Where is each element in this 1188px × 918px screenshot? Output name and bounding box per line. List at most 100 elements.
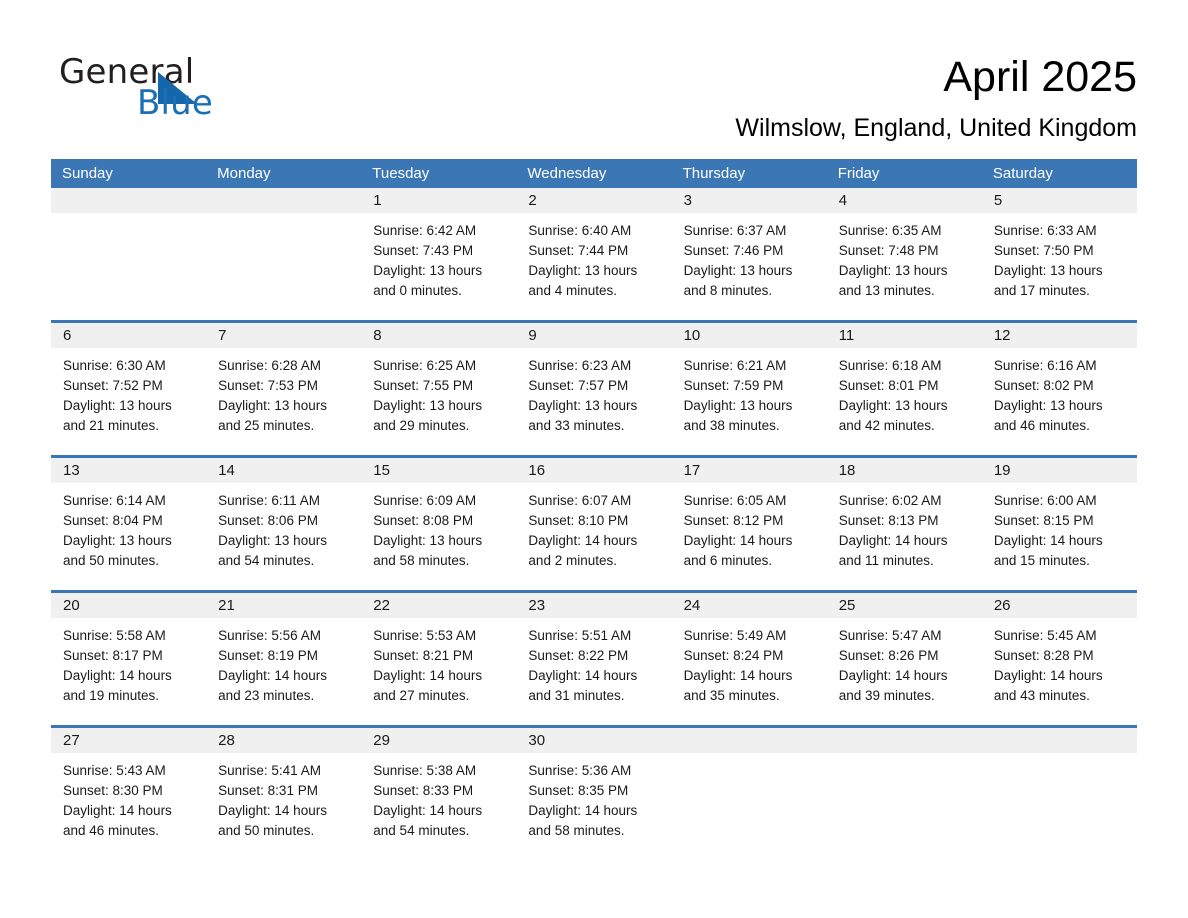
day-number: 17 <box>683 462 701 479</box>
sunrise-time: Sunrise: 6:07 AM <box>528 493 632 508</box>
calendar-day-cell[interactable]: 13 Sunrise: 6:14 AM Sunset: 8:04 PM Dayligh… <box>51 458 207 590</box>
calendar-day-cell[interactable]: 5 Sunrise: 6:33 AM Sunset: 7:50 PM Daylight… <box>981 188 1137 320</box>
sunset-time: Sunset: 7:55 PM <box>373 378 474 393</box>
sunrise-time: Sunrise: 6:16 AM <box>993 358 1097 373</box>
daylight-duration-line1: Daylight: 14 hours <box>63 668 172 683</box>
sunrise-time: Sunrise: 5:36 AM <box>528 763 632 778</box>
calendar-day-cell[interactable]: 24 Sunrise: 5:49 AM Sunset: 8:24 PM Dayligh… <box>671 593 827 725</box>
daylight-duration-line1: Daylight: 13 hours <box>838 398 948 413</box>
sunset-time: Sunset: 7:50 PM <box>993 243 1094 258</box>
calendar-day-cell[interactable]: 20 Sunrise: 5:58 AM Sunset: 8:17 PM Dayligh… <box>51 593 207 725</box>
calendar-day-cell[interactable]: 2 Sunrise: 6:40 AM Sunset: 7:44 PM Daylight… <box>516 188 672 320</box>
day-number: 4 <box>838 192 848 209</box>
day-number-band: 21 <box>206 593 362 618</box>
calendar-day-cell[interactable]: 10 Sunrise: 6:21 AM Sunset: 7:59 PM Dayligh… <box>671 323 827 455</box>
calendar-day-cell[interactable]: 22 Sunrise: 5:53 AM Sunset: 8:21 PM Dayligh… <box>361 593 517 725</box>
sunrise-time: Sunrise: 5:53 AM <box>373 628 477 643</box>
daylight-duration-line2: and 58 minutes. <box>528 823 625 838</box>
day-details: Sunrise: 5:38 AM Sunset: 8:33 PM Daylight:… <box>361 753 516 841</box>
daylight-duration-line2: and 46 minutes. <box>993 418 1090 433</box>
daylight-duration-line1: Daylight: 14 hours <box>838 533 948 548</box>
calendar-day-cell-empty <box>826 728 982 860</box>
day-details: Sunrise: 5:58 AM Sunset: 8:17 PM Daylight:… <box>51 618 206 706</box>
calendar-day-cell-empty <box>206 188 362 320</box>
day-details: Sunrise: 6:35 AM Sunset: 7:48 PM Daylight:… <box>827 213 982 301</box>
weekday-header-wednesday: Wednesday <box>527 165 607 182</box>
calendar-day-cell[interactable]: 8 Sunrise: 6:25 AM Sunset: 7:55 PM Daylight… <box>361 323 517 455</box>
day-details: Sunrise: 6:18 AM Sunset: 8:01 PM Daylight:… <box>827 348 982 436</box>
weekday-header-thursday: Thursday <box>682 165 746 182</box>
sunset-time: Sunset: 8:22 PM <box>528 648 629 663</box>
sunset-time: Sunset: 8:26 PM <box>838 648 939 663</box>
day-number-band: 15 <box>361 458 517 483</box>
calendar-day-cell[interactable]: 28 Sunrise: 5:41 AM Sunset: 8:31 PM Dayligh… <box>206 728 362 860</box>
calendar-day-cell[interactable]: 19 Sunrise: 6:00 AM Sunset: 8:15 PM Dayligh… <box>981 458 1137 590</box>
day-number: 12 <box>993 327 1011 344</box>
day-number: 5 <box>993 192 1003 209</box>
daylight-duration-line1: Daylight: 14 hours <box>218 668 327 683</box>
calendar-day-cell[interactable]: 9 Sunrise: 6:23 AM Sunset: 7:57 PM Daylight… <box>516 323 672 455</box>
daylight-duration-line2: and 27 minutes. <box>373 688 470 703</box>
sunset-time: Sunset: 8:31 PM <box>218 783 318 798</box>
day-number-band: 8 <box>361 323 517 348</box>
day-number: 1 <box>373 192 382 209</box>
daylight-duration-line2: and 54 minutes. <box>373 823 470 838</box>
calendar-day-cell[interactable]: 7 Sunrise: 6:28 AM Sunset: 7:53 PM Daylight… <box>206 323 362 455</box>
calendar-day-cell[interactable]: 29 Sunrise: 5:38 AM Sunset: 8:33 PM Dayligh… <box>361 728 517 860</box>
day-number-band: 2 <box>516 188 672 213</box>
day-number: 18 <box>838 462 856 479</box>
day-number: 7 <box>218 327 227 344</box>
calendar-day-cell[interactable]: 23 Sunrise: 5:51 AM Sunset: 8:22 PM Dayligh… <box>516 593 672 725</box>
calendar-day-cell[interactable]: 1 Sunrise: 6:42 AM Sunset: 7:43 PM Daylight… <box>361 188 517 320</box>
sunrise-time: Sunrise: 5:58 AM <box>63 628 166 643</box>
daylight-duration-line1: Daylight: 13 hours <box>993 398 1103 413</box>
sunrise-time: Sunrise: 5:47 AM <box>838 628 942 643</box>
sunrise-time: Sunrise: 6:21 AM <box>683 358 787 373</box>
calendar-day-cell[interactable]: 4 Sunrise: 6:35 AM Sunset: 7:48 PM Daylight… <box>826 188 982 320</box>
daylight-duration-line1: Daylight: 14 hours <box>373 668 483 683</box>
day-details: Sunrise: 6:21 AM Sunset: 7:59 PM Daylight:… <box>672 348 827 436</box>
calendar-day-cell[interactable]: 21 Sunrise: 5:56 AM Sunset: 8:19 PM Dayligh… <box>206 593 362 725</box>
day-number-band: 12 <box>981 323 1137 348</box>
sunrise-time: Sunrise: 6:09 AM <box>373 493 477 508</box>
daylight-duration-line2: and 46 minutes. <box>63 823 160 838</box>
daylight-duration-line2: and 29 minutes. <box>373 418 470 433</box>
calendar-day-cell[interactable]: 3 Sunrise: 6:37 AM Sunset: 7:46 PM Daylight… <box>671 188 827 320</box>
calendar-day-cell[interactable]: 27 Sunrise: 5:43 AM Sunset: 8:30 PM Dayligh… <box>51 728 207 860</box>
day-number-band: 30 <box>516 728 672 753</box>
day-number-band: 24 <box>671 593 827 618</box>
calendar-day-cell[interactable]: 11 Sunrise: 6:18 AM Sunset: 8:01 PM Dayligh… <box>826 323 982 455</box>
daylight-duration-line1: Daylight: 14 hours <box>838 668 948 683</box>
calendar-day-cell[interactable]: 26 Sunrise: 5:45 AM Sunset: 8:28 PM Dayligh… <box>981 593 1137 725</box>
calendar-day-cell[interactable]: 15 Sunrise: 6:09 AM Sunset: 8:08 PM Dayligh… <box>361 458 517 590</box>
daylight-duration-line2: and 31 minutes. <box>528 688 625 703</box>
calendar-day-cell[interactable]: 16 Sunrise: 6:07 AM Sunset: 8:10 PM Dayligh… <box>516 458 672 590</box>
day-details: Sunrise: 6:07 AM Sunset: 8:10 PM Daylight:… <box>516 483 671 571</box>
day-number-band: 11 <box>826 323 982 348</box>
sunset-time: Sunset: 8:15 PM <box>993 513 1094 528</box>
sunset-time: Sunset: 8:01 PM <box>838 378 939 393</box>
calendar-day-cell[interactable]: 18 Sunrise: 6:02 AM Sunset: 8:13 PM Dayligh… <box>826 458 982 590</box>
calendar-day-cell[interactable]: 12 Sunrise: 6:16 AM Sunset: 8:02 PM Dayligh… <box>981 323 1137 455</box>
calendar-week-cells: 20 Sunrise: 5:58 AM Sunset: 8:17 PM Dayligh… <box>51 593 1137 725</box>
calendar-day-cell[interactable]: 25 Sunrise: 5:47 AM Sunset: 8:26 PM Dayligh… <box>826 593 982 725</box>
sunrise-time: Sunrise: 6:02 AM <box>838 493 942 508</box>
calendar-day-cell[interactable]: 30 Sunrise: 5:36 AM Sunset: 8:35 PM Dayligh… <box>516 728 672 860</box>
calendar-day-cell[interactable]: 6 Sunrise: 6:30 AM Sunset: 7:52 PM Daylight… <box>51 323 207 455</box>
daylight-duration-line1: Daylight: 13 hours <box>528 263 638 278</box>
daylight-duration-line1: Daylight: 14 hours <box>683 533 793 548</box>
sunrise-time: Sunrise: 5:43 AM <box>63 763 166 778</box>
calendar-week-row: 6 Sunrise: 6:30 AM Sunset: 7:52 PM Daylight… <box>51 320 1137 455</box>
day-number-band: 26 <box>981 593 1137 618</box>
calendar-day-cell-empty <box>51 188 207 320</box>
daylight-duration-line1: Daylight: 13 hours <box>373 263 483 278</box>
daylight-duration-line2: and 33 minutes. <box>528 418 625 433</box>
day-details: Sunrise: 5:41 AM Sunset: 8:31 PM Daylight:… <box>206 753 361 841</box>
day-number-band: 28 <box>206 728 362 753</box>
sunrise-time: Sunrise: 5:41 AM <box>218 763 321 778</box>
calendar-day-cell-empty <box>981 728 1137 860</box>
calendar-day-cell[interactable]: 14 Sunrise: 6:11 AM Sunset: 8:06 PM Dayligh… <box>206 458 362 590</box>
logo-text-blue: Blue <box>137 83 214 123</box>
calendar-day-cell[interactable]: 17 Sunrise: 6:05 AM Sunset: 8:12 PM Dayligh… <box>671 458 827 590</box>
daylight-duration-line2: and 35 minutes. <box>683 688 780 703</box>
